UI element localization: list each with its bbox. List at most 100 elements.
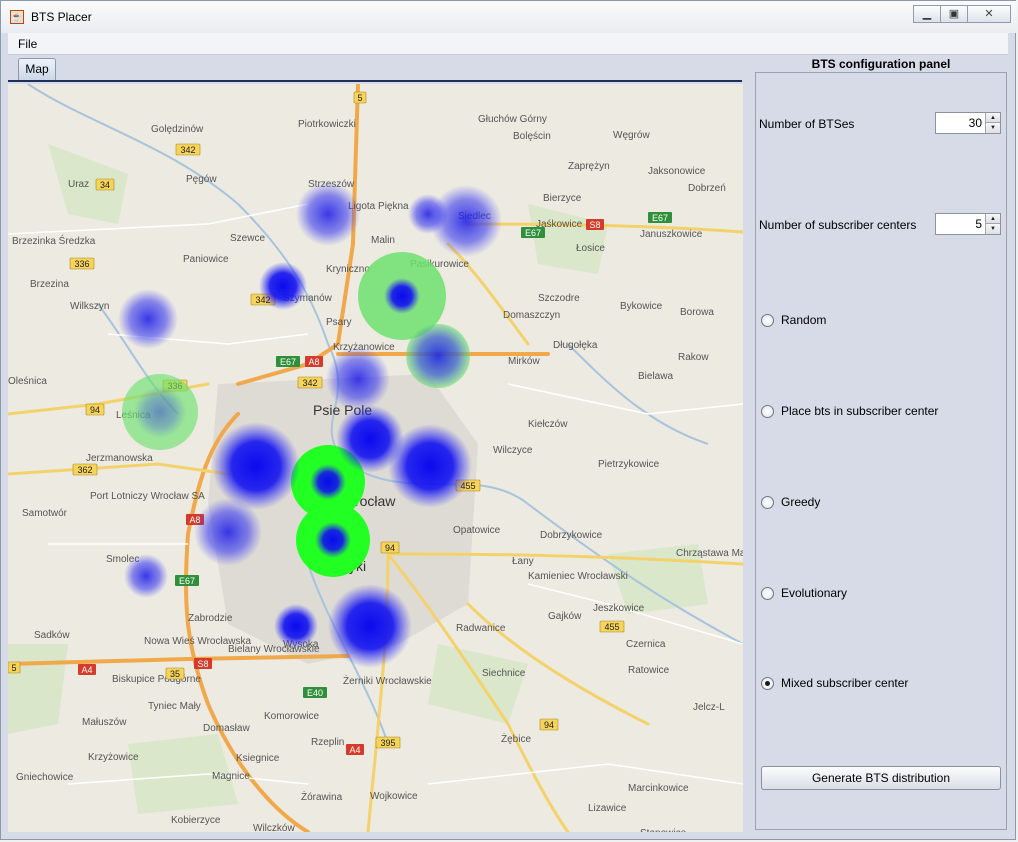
menu-bar: File [8,33,1008,55]
map-place-label: Bykowice [620,301,663,312]
radio-label: Mixed subscriber center [781,676,909,690]
title-bar[interactable]: ☕ BTS Placer ▁ ▣ ✕ [1,1,1017,33]
radio-greedy[interactable]: Greedy [761,494,820,510]
radio-label: Evolutionary [781,586,848,600]
map-place-label: Ksiegnice [236,753,280,764]
map-place-label: Bierzyce [543,193,582,204]
window-controls: ▁ ▣ ✕ [913,5,1011,23]
bts-marker [388,424,472,508]
map-place-label: Szczodre [538,293,580,304]
road-badge-label: E67 [280,357,296,367]
spin-up-icon[interactable]: ▲ [985,113,1000,123]
road-badge-label: A4 [81,665,92,675]
road-badge-label: 94 [90,405,100,415]
spin-down-icon[interactable]: ▼ [985,224,1000,234]
num-bts-spinner[interactable]: ▲ ▼ [935,112,1001,134]
radio-mixed-subscriber-center[interactable]: Mixed subscriber center [761,675,908,691]
map-place-label: Piotrkowiczki [298,119,356,130]
menu-file[interactable]: File [18,37,37,51]
map-place-label: Wilczków [253,823,295,832]
bts-marker [296,182,360,246]
bts-marker [384,278,420,314]
map-place-label: Małuszów [82,717,127,728]
road-badge-label: 34 [100,180,110,190]
radio-random[interactable]: Random [761,312,826,328]
road-badge-label: 5 [11,663,16,673]
map-place-label: Zabrodzie [188,613,233,624]
map-place-label: Magnice [212,771,250,782]
map-place-label: Tyniec Mały [148,701,201,712]
bts-marker [118,289,178,349]
road-badge-label: 362 [77,465,92,475]
map-place-label: Paniowice [183,254,229,265]
map-place-label: Jerzmanowska [86,453,153,464]
tab-map[interactable]: Map [18,58,56,80]
map-place-label: Domaszczyn [503,310,560,321]
radio-checked-icon[interactable] [761,676,774,690]
map-place-label: Pietrzykowice [598,459,660,470]
bts-marker [310,464,346,500]
radio-icon[interactable] [761,495,774,509]
map-place-label: Opatowice [453,525,501,536]
map-place-label: Bielawa [638,371,673,382]
num-centers-spinner[interactable]: ▲ ▼ [935,213,1001,235]
road-badge-label: S8 [589,220,600,230]
radio-icon[interactable] [761,313,774,327]
map-place-label: Dobrzeń [688,183,726,194]
road-badge: 34 [95,178,115,191]
map-place-label: Jelcz-L [693,702,725,713]
map-place-label: Żębice [501,732,531,745]
road-badge-label: 342 [302,378,317,388]
map-place-label: Brzezina [30,279,69,290]
road-badge: S8 [194,658,212,669]
map-place-label: Łany [512,556,534,567]
map-place-label: Brzezinka Średzka [12,234,96,247]
map-place-label: Pęgów [186,174,217,185]
map-place-label: Port Lotniczy Wrocław SA [90,491,205,502]
generate-bts-button[interactable]: Generate BTS distribution [761,766,1001,790]
radio-place-bts[interactable]: Place bts in subscriber center [761,403,938,419]
java-app-icon: ☕ [10,10,24,24]
bts-marker [134,386,186,438]
map-place-label: Rakow [678,352,709,363]
road-badge: 94 [539,718,559,731]
radio-icon[interactable] [761,404,774,418]
road-badge: E40 [303,687,327,698]
road-badge-label: 5 [357,93,362,103]
road-badge-label: E67 [525,228,541,238]
map-place-label: Radwanice [456,623,506,634]
road-badge: E67 [648,212,672,223]
map-place-label: Samotwór [22,508,68,519]
num-bts-input[interactable] [936,113,986,133]
map-place-label: Komorowice [264,711,319,722]
minimize-button[interactable]: ▁ [913,5,941,23]
spin-down-icon[interactable]: ▼ [985,123,1000,133]
map-place-label: Biskupice Podgórne [112,674,201,685]
bts-marker [194,498,262,566]
map-place-label: Chrząstawa Mała [676,548,743,559]
restore-button[interactable]: ▣ [940,5,968,23]
radio-evolutionary[interactable]: Evolutionary [761,585,847,601]
map-place-label: Golędzinów [151,124,204,135]
map-place-label: Żórawina [301,790,343,803]
road-badge: 94 [380,541,400,554]
map-place-label: Marcinkowice [628,783,689,794]
road-badge-label: 395 [380,738,395,748]
bts-marker [274,604,318,648]
map-place-label: Januszkowice [640,229,703,240]
road-badge: 94 [85,403,105,416]
map-place-label: Wojkowice [370,791,418,802]
map-place-label: Zaprężyn [568,161,610,172]
num-centers-input[interactable] [936,214,986,234]
map-place-label: Psary [326,317,352,328]
map-canvas[interactable]: Golędzinów Piotrkowiczki Głuchów Górny Bolę… [8,84,743,832]
map-place-label: Sadków [34,630,70,641]
bts-marker [212,422,300,510]
road-badge-label: 35 [170,669,180,679]
map-view[interactable]: Golędzinów Piotrkowiczki Głuchów Górny Bolę… [8,84,743,832]
map-place-label: Dobrzykowice [540,530,603,541]
spin-up-icon[interactable]: ▲ [985,214,1000,224]
radio-icon[interactable] [761,586,774,600]
road-badge: 35 [165,667,185,680]
close-button[interactable]: ✕ [967,5,1011,23]
